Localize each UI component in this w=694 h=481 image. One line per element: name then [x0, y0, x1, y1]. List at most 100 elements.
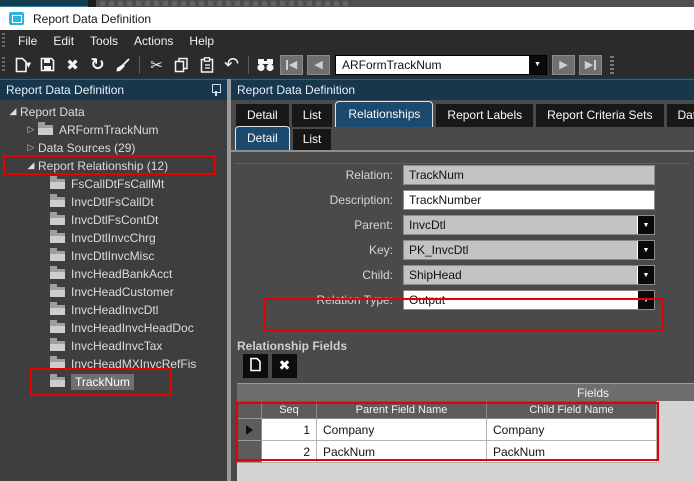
parent-combo[interactable]: ▼ [403, 215, 655, 235]
child-dropdown-icon[interactable]: ▼ [637, 266, 654, 284]
paste-button[interactable] [194, 54, 219, 76]
tree-item-label[interactable]: InvcHeadInvcTax [71, 339, 162, 353]
child-combo-value[interactable] [404, 266, 637, 284]
tree-item-fscalldtfscallmt[interactable]: FsCallDtFsCallMt [50, 175, 164, 193]
tree-item-invcheadmxinvcreffis[interactable]: InvcHeadMXInvcRefFis [50, 355, 196, 373]
undo-button[interactable]: ↶ [219, 54, 244, 76]
menu-help[interactable]: Help [181, 31, 222, 51]
key-dropdown-icon[interactable]: ▼ [637, 241, 654, 259]
tab-report-labels[interactable]: Report Labels [436, 104, 533, 127]
table-row[interactable]: 2 PackNum PackNum [237, 441, 694, 463]
tree-item-invcheadinvcdtl[interactable]: InvcHeadInvcDtl [50, 301, 158, 319]
cell-seq[interactable]: 2 [262, 441, 317, 463]
record-selector-value[interactable]: ARFormTrackNum [336, 56, 529, 74]
cell-seq[interactable]: 1 [262, 419, 317, 441]
folder-icon [50, 233, 65, 243]
tree-item-invcheadinvcheaddoc[interactable]: InvcHeadInvcHeadDoc [50, 319, 194, 337]
expander-open-icon[interactable]: ◢ [6, 107, 20, 117]
new-dropdown-icon[interactable]: ▼ [26, 61, 31, 69]
tab-relationships[interactable]: Relationships [335, 101, 433, 127]
grid-header-row: Seq Parent Field Name Child Field Name [237, 401, 694, 419]
tree-item-invcdtlfscontdt[interactable]: InvcDtlFsContDt [50, 211, 158, 229]
tree-item-invcdtlinvcmisc[interactable]: InvcDtlInvcMisc [50, 247, 154, 265]
pin-icon[interactable] [210, 83, 221, 97]
parent-combo-value[interactable] [404, 216, 637, 234]
column-header-seq[interactable]: Seq [262, 401, 317, 419]
previous-record-button[interactable]: ◀ [307, 55, 330, 75]
tree-item-data-sources[interactable]: ▷Data Sources (29) [24, 139, 135, 157]
tab-detail[interactable]: Detail [236, 104, 289, 127]
tree-item-invcdtlfscalldt[interactable]: InvcDtlFsCallDt [50, 193, 154, 211]
tree-item-label[interactable]: ARFormTrackNum [59, 123, 159, 137]
next-record-button[interactable]: ▶ [552, 55, 575, 75]
delete-field-button[interactable]: ✖ [272, 354, 297, 378]
description-input[interactable] [404, 191, 654, 209]
tree-item-label[interactable]: InvcDtlFsCallDt [71, 195, 154, 209]
tab-list[interactable]: List [292, 104, 333, 127]
expander-open-icon[interactable]: ◢ [24, 161, 38, 171]
expander-closed-icon[interactable]: ▷ [24, 125, 38, 135]
tree-item-label[interactable]: Report Data [20, 105, 85, 119]
parent-dropdown-icon[interactable]: ▼ [637, 216, 654, 234]
cell-child-field[interactable]: PackNum [487, 441, 657, 463]
tab-data-sources[interactable]: Data S [667, 104, 694, 127]
tree-item-invcheadcustomer[interactable]: InvcHeadCustomer [50, 283, 174, 301]
tree-item-label[interactable]: Report Relationship (12) [38, 159, 168, 173]
column-header-child-field-name[interactable]: Child Field Name [487, 401, 657, 419]
tree-item-label[interactable]: InvcHeadCustomer [71, 285, 174, 299]
key-combo-value[interactable] [404, 241, 637, 259]
relation-type-combo[interactable]: ▼ [403, 290, 655, 310]
menu-tools[interactable]: Tools [82, 31, 126, 51]
search-button[interactable] [253, 54, 278, 76]
column-header-parent-field-name[interactable]: Parent Field Name [317, 401, 487, 419]
tree-item-label[interactable]: FsCallDtFsCallMt [71, 177, 164, 191]
cut-button[interactable]: ✂ [144, 54, 169, 76]
new-button[interactable]: ▼ [10, 54, 35, 76]
refresh-button[interactable]: ↻ [85, 54, 110, 76]
relation-type-combo-value[interactable] [404, 291, 637, 309]
cell-parent-field[interactable]: PackNum [317, 441, 487, 463]
delete-button[interactable]: ✖ [60, 54, 85, 76]
tree-item-invcheadbankacct[interactable]: InvcHeadBankAcct [50, 265, 172, 283]
tree-item-tracknum[interactable]: TrackNum [50, 373, 134, 391]
tree-item-label[interactable]: InvcHeadBankAcct [71, 267, 172, 281]
tree-item-label-selected[interactable]: TrackNum [71, 374, 134, 390]
tree-item-report-data[interactable]: ◢Report Data [6, 103, 85, 121]
tree-item-invcdtlinvcchrg[interactable]: InvcDtlInvcChrg [50, 229, 156, 247]
copy-button[interactable] [169, 54, 194, 76]
main-area: Report Data Definition ◢Report Data ▷ARF… [0, 79, 694, 481]
save-button[interactable] [35, 54, 60, 76]
tree-item-invcheadinvctax[interactable]: InvcHeadInvcTax [50, 337, 162, 355]
record-selector-dropdown-icon[interactable]: ▼ [529, 56, 546, 74]
record-selector-combo[interactable]: ARFormTrackNum ▼ [335, 55, 547, 75]
table-row[interactable]: 1 Company Company [237, 419, 694, 441]
child-combo[interactable]: ▼ [403, 265, 655, 285]
relation-type-dropdown-icon[interactable]: ▼ [637, 291, 654, 309]
tree-item-label[interactable]: InvcHeadInvcHeadDoc [71, 321, 194, 335]
cell-parent-field[interactable]: Company [317, 419, 487, 441]
tree-item-label[interactable]: InvcDtlFsContDt [71, 213, 158, 227]
grid-corner-cell [237, 401, 262, 419]
tree-item-label[interactable]: InvcHeadMXInvcRefFis [71, 357, 196, 371]
expander-closed-icon[interactable]: ▷ [24, 143, 38, 153]
menu-edit[interactable]: Edit [45, 31, 82, 51]
tree-item-arformtracknum[interactable]: ▷ ARFormTrackNum [24, 121, 159, 139]
cell-child-field[interactable]: Company [487, 419, 657, 441]
clear-button[interactable] [110, 54, 135, 76]
tree-item-label[interactable]: InvcHeadInvcDtl [71, 303, 158, 317]
folder-icon [50, 179, 65, 189]
tree-item-report-relationship[interactable]: ◢Report Relationship (12) [24, 157, 168, 175]
key-combo[interactable]: ▼ [403, 240, 655, 260]
add-field-button[interactable] [243, 354, 268, 378]
subtab-list[interactable]: List [293, 129, 332, 150]
tree-item-label[interactable]: Data Sources (29) [38, 141, 135, 155]
menu-actions[interactable]: Actions [126, 31, 181, 51]
tab-report-criteria-sets[interactable]: Report Criteria Sets [536, 104, 663, 127]
first-record-button[interactable]: ◀ [280, 55, 303, 75]
tree-item-label[interactable]: InvcDtlInvcMisc [71, 249, 154, 263]
toolbar-separator [248, 56, 249, 74]
subtab-detail[interactable]: Detail [235, 126, 290, 150]
last-record-button[interactable]: ▶ [579, 55, 602, 75]
menu-file[interactable]: File [10, 31, 45, 51]
tree-item-label[interactable]: InvcDtlInvcChrg [71, 231, 156, 245]
